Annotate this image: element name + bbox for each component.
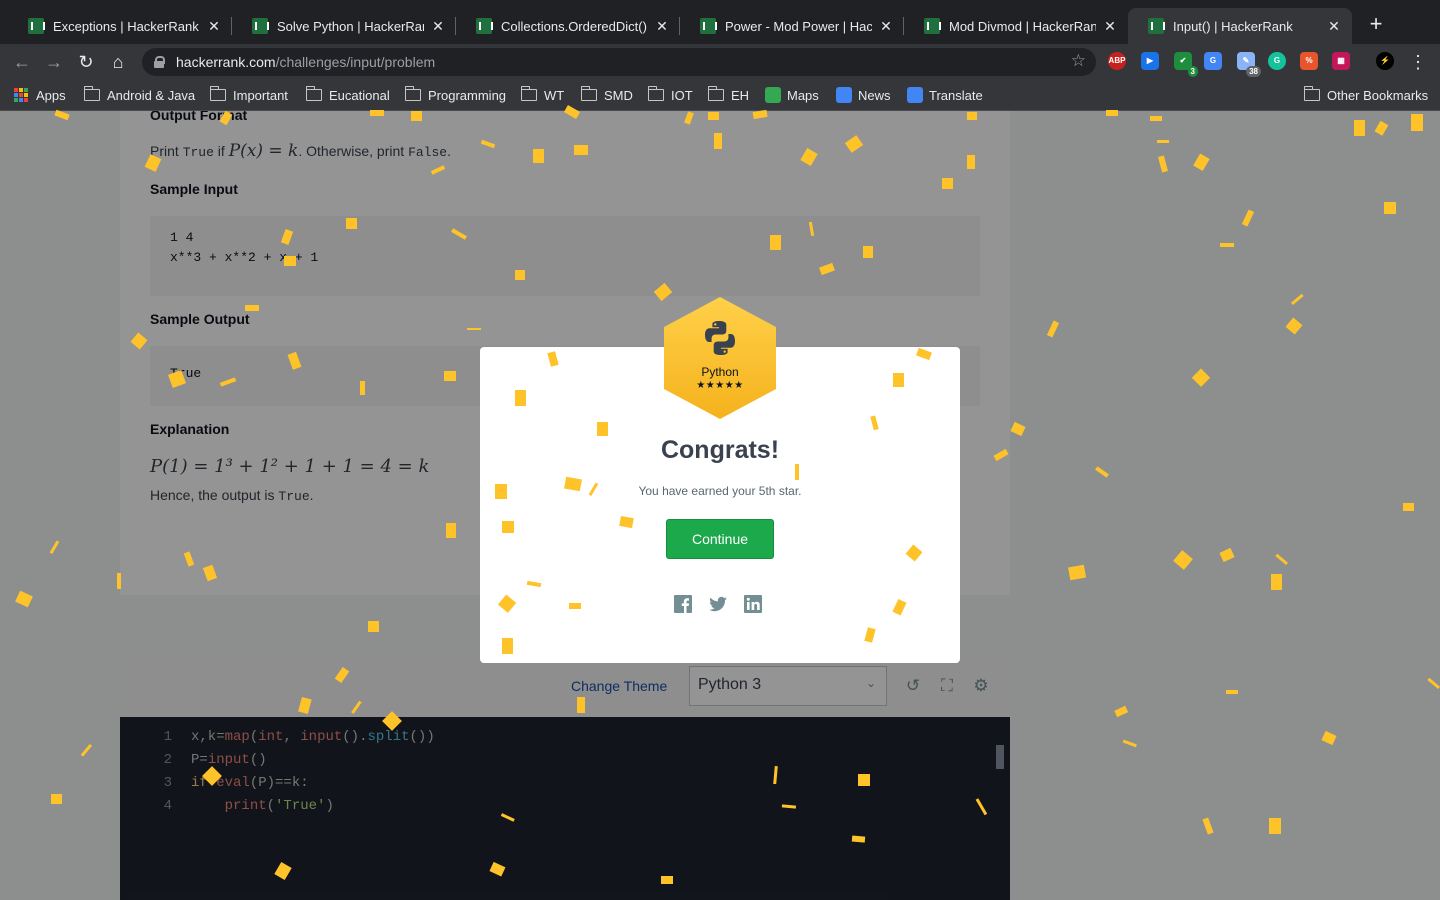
percent-extension-icon[interactable]: % [1300,52,1318,70]
bookmark-label: Important [233,87,288,103]
tab-exceptions[interactable]: Exceptions | HackerRank ✕ [8,8,232,44]
badge-name: Python [701,365,739,379]
home-icon[interactable]: ⌂ [106,50,130,74]
hackerrank-favicon-icon [1148,18,1165,34]
bookmark-label: EH [731,87,750,103]
tab-ordereddict[interactable]: Collections.OrderedDict() | HackerRank ✕ [456,8,680,44]
menu-icon[interactable]: ⋮ [1406,50,1430,74]
close-icon[interactable]: ✕ [878,18,894,35]
close-icon[interactable]: ✕ [206,18,222,35]
bookmark-folder[interactable]: SMD [580,86,633,104]
bookmark-label: Eucational [329,87,390,103]
forward-icon[interactable]: → [42,50,66,74]
tab-title: Input() | HackerRank [1173,18,1293,34]
profile-avatar[interactable]: ⚡ [1376,52,1394,70]
bookmark-folder[interactable]: Eucational [305,86,390,104]
check-extension-icon[interactable]: ✔ 3 [1174,52,1198,77]
twitter-icon[interactable] [708,594,728,614]
tab-title: Solve Python | HackerRank [277,18,424,34]
translate-extension-icon[interactable]: G [1204,52,1222,70]
translate-icon [907,87,923,103]
edit-extension-icon[interactable]: ✎ 38 [1237,52,1261,77]
reload-icon[interactable]: ↻ [74,50,98,74]
continue-button[interactable]: Continue [666,519,774,559]
cast-extension-icon[interactable]: ▶ [1141,52,1159,70]
bookmark-folder[interactable]: EH [707,86,750,104]
folder-icon [1303,86,1320,101]
hackerrank-favicon-icon [28,18,45,34]
address-bar[interactable]: hackerrank.com/challenges/input/problem … [142,48,1096,76]
close-icon[interactable]: ✕ [430,18,446,35]
news-icon [836,87,852,103]
badge-stars: ★★★★★ [696,380,744,391]
hackerrank-favicon-icon [476,18,493,34]
folder-icon [83,86,100,101]
folder-icon [520,86,537,101]
tab-title: Mod Divmod | HackerRank [949,18,1096,34]
tab-strip: Exceptions | HackerRank ✕ Solve Python |… [0,0,1440,44]
bookmark-folder[interactable]: Android & Java [83,86,196,104]
tab-power-mod-power[interactable]: Power - Mod Power | HackerRank ✕ [680,8,904,44]
bookmark-apps[interactable]: Apps [14,86,66,104]
grid-extension-icon[interactable]: ▦ [1332,52,1350,70]
url-path: /challenges/input/problem [275,54,436,70]
tab-title: Collections.OrderedDict() | HackerRank [501,18,648,34]
star-icon[interactable]: ☆ [1071,51,1086,71]
tab-input[interactable]: Input() | HackerRank ✕ [1128,8,1352,44]
url-host: hackerrank.com [176,54,276,70]
browser-toolbar: ← → ↻ ⌂ hackerrank.com/challenges/input/… [0,44,1440,80]
bookmark-folder[interactable]: WT [520,86,565,104]
bookmark-label: Translate [929,87,983,103]
bookmark-translate[interactable]: Translate [907,86,983,104]
new-tab-button[interactable]: + [1366,13,1386,35]
facebook-icon[interactable] [673,594,693,614]
extension-badge: 3 [1187,66,1198,77]
close-icon[interactable]: ✕ [654,18,670,35]
hackerrank-favicon-icon [252,18,269,34]
tab-solve-python[interactable]: Solve Python | HackerRank ✕ [232,8,456,44]
bookmark-label: Maps [787,87,819,103]
adblock-extension-icon[interactable]: ABP [1108,52,1126,70]
folder-icon [707,86,724,101]
lock-icon [154,56,165,68]
tab-title: Power - Mod Power | HackerRank [725,18,872,34]
folder-icon [209,86,226,101]
folder-icon [305,86,322,101]
modal-title: Congrats! [660,436,780,464]
tab-mod-divmod[interactable]: Mod Divmod | HackerRank ✕ [904,8,1128,44]
bookmark-folder[interactable]: Important [209,86,288,104]
bookmark-folder[interactable]: Programming [404,86,507,104]
bookmark-folder[interactable]: IOT [647,86,693,104]
hackerrank-favicon-icon [700,18,717,34]
python-badge-icon [664,297,776,419]
bookmark-label: SMD [604,87,633,103]
bookmark-label: WT [544,87,565,103]
extension-badge: 38 [1246,66,1261,77]
bookmark-label: Other Bookmarks [1327,87,1429,103]
bookmark-label: Programming [428,87,507,103]
bookmark-other[interactable]: Other Bookmarks [1303,86,1429,104]
bookmark-news[interactable]: News [836,86,891,104]
folder-icon [580,86,597,101]
tab-title: Exceptions | HackerRank [53,18,199,34]
modal-message: You have earned your 5th star. [638,484,802,498]
bookmark-maps[interactable]: Maps [765,86,819,104]
linkedin-icon[interactable] [743,594,763,614]
bookmark-label: News [858,87,891,103]
bookmark-label: IOT [671,87,693,103]
grammarly-extension-icon[interactable]: G [1268,52,1286,70]
maps-icon [765,87,781,103]
close-icon[interactable]: ✕ [1102,18,1118,35]
folder-icon [404,86,421,101]
back-icon[interactable]: ← [10,50,34,74]
bookmark-label: Apps [36,87,66,103]
bookmarks-bar: Apps Android & Java Important Eucational… [0,80,1440,111]
folder-icon [647,86,664,101]
close-icon[interactable]: ✕ [1326,18,1342,35]
bookmark-label: Android & Java [107,87,196,103]
apps-grid-icon [14,88,28,102]
hackerrank-favicon-icon [924,18,941,34]
